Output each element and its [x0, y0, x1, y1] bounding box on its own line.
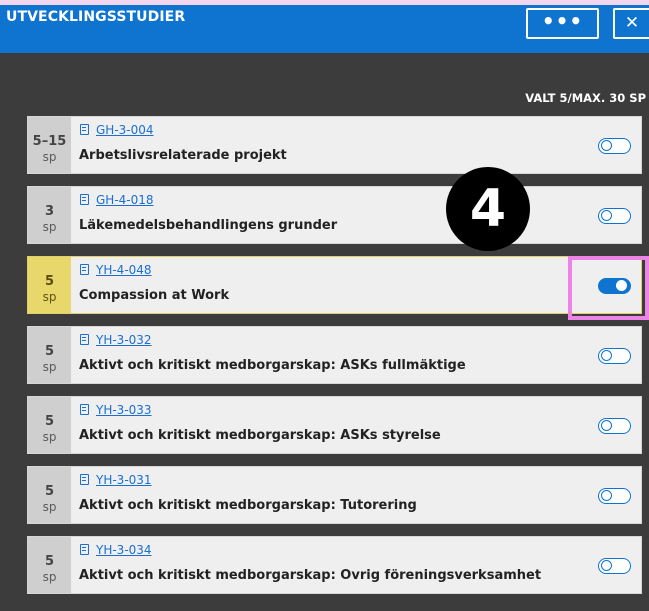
course-code: GH-4-018 — [96, 193, 154, 207]
course-row: 5 sp YH-3-033 Aktivt och kritiskt medbor… — [27, 396, 642, 454]
credit-unit: sp — [42, 500, 57, 514]
credit-unit: sp — [42, 570, 57, 584]
course-code-link[interactable]: GH-3-004 — [80, 123, 154, 137]
course-name: Compassion at Work — [79, 288, 230, 303]
course-toggle[interactable] — [598, 138, 631, 154]
document-icon — [80, 544, 89, 555]
credit-value: 5 — [44, 414, 55, 429]
course-name: Aktivt och kritiskt medborgarskap: Ovrig… — [79, 568, 542, 583]
course-code: YH-3-034 — [96, 543, 152, 557]
toggle-knob — [601, 210, 612, 221]
document-icon — [80, 194, 89, 205]
credit-badge: 5 sp — [28, 537, 71, 593]
course-code: YH-3-032 — [96, 333, 152, 347]
panel-header: UTVECKLINGSSTUDIER ••• ✕ — [0, 0, 649, 53]
credit-badge: 5 sp — [28, 327, 71, 383]
credit-badge: 5 sp — [28, 257, 71, 313]
credit-value: 3 — [44, 204, 55, 219]
credit-unit: sp — [42, 360, 57, 374]
credit-unit: sp — [42, 220, 57, 234]
credit-value: 5 — [44, 344, 55, 359]
course-toggle[interactable] — [598, 558, 631, 574]
toggle-knob — [601, 350, 612, 361]
course-code-link[interactable]: YH-3-031 — [80, 473, 152, 487]
top-strip — [0, 0, 649, 5]
document-icon — [80, 404, 89, 415]
document-icon — [80, 334, 89, 345]
course-row: 5 sp YH-3-031 Aktivt och kritiskt medbor… — [27, 466, 642, 524]
credit-unit: sp — [42, 430, 57, 444]
course-code-link[interactable]: YH-4-048 — [80, 263, 152, 277]
course-code-link[interactable]: YH-3-033 — [80, 403, 152, 417]
credit-badge: 5 sp — [28, 397, 71, 453]
course-name: Aktivt och kritiskt medborgarskap: ASKs … — [79, 358, 466, 373]
credit-value: 5 — [44, 484, 55, 499]
toggle-knob — [601, 490, 612, 501]
toggle-knob — [601, 560, 612, 571]
course-name: Läkemedelsbehandlingens grunder — [79, 218, 338, 233]
course-toggle[interactable] — [598, 208, 631, 224]
toggle-knob — [601, 420, 612, 431]
course-code: GH-3-004 — [96, 123, 154, 137]
credit-value: 5 — [44, 554, 55, 569]
course-name: Aktivt och kritiskt medborgarskap: ASKs … — [79, 428, 441, 443]
credit-value: 5–15 — [32, 134, 67, 149]
course-code-link[interactable]: GH-4-018 — [80, 193, 154, 207]
selection-counter: VALT 5/MAX. 30 SP — [525, 91, 646, 105]
toggle-knob — [601, 140, 612, 151]
credit-unit: sp — [42, 290, 57, 304]
course-row: 5–15 sp GH-3-004 Arbetslivsrelaterade pr… — [27, 116, 642, 174]
toggle-highlight-box — [568, 256, 649, 320]
course-code: YH-3-033 — [96, 403, 152, 417]
course-toggle[interactable] — [598, 348, 631, 364]
more-options-button[interactable]: ••• — [526, 8, 599, 39]
course-row: 5 sp YH-4-048 Compassion at Work — [27, 256, 642, 314]
document-icon — [80, 124, 89, 135]
course-code-link[interactable]: YH-3-032 — [80, 333, 152, 347]
document-icon — [80, 474, 89, 485]
credit-badge: 3 sp — [28, 187, 71, 243]
close-button[interactable]: ✕ — [613, 8, 649, 39]
panel-title: UTVECKLINGSSTUDIER — [6, 9, 186, 25]
course-toggle[interactable] — [598, 488, 631, 504]
document-icon — [80, 264, 89, 275]
course-row: 5 sp YH-3-032 Aktivt och kritiskt medbor… — [27, 326, 642, 384]
course-name: Arbetslivsrelaterade projekt — [79, 148, 287, 163]
credit-badge: 5 sp — [28, 467, 71, 523]
credit-unit: sp — [42, 150, 57, 164]
course-code: YH-3-031 — [96, 473, 152, 487]
course-toggle[interactable] — [598, 418, 631, 434]
credit-value: 5 — [44, 274, 55, 289]
course-code-link[interactable]: YH-3-034 — [80, 543, 152, 557]
course-name: Aktivt och kritiskt medborgarskap: Tutor… — [79, 498, 417, 513]
step-number-badge: 4 — [446, 167, 530, 251]
course-row: 3 sp GH-4-018 Läkemedelsbehandlingens gr… — [27, 186, 642, 244]
credit-badge: 5–15 sp — [28, 117, 71, 173]
course-code: YH-4-048 — [96, 263, 152, 277]
course-row: 5 sp YH-3-034 Aktivt och kritiskt medbor… — [27, 536, 642, 594]
